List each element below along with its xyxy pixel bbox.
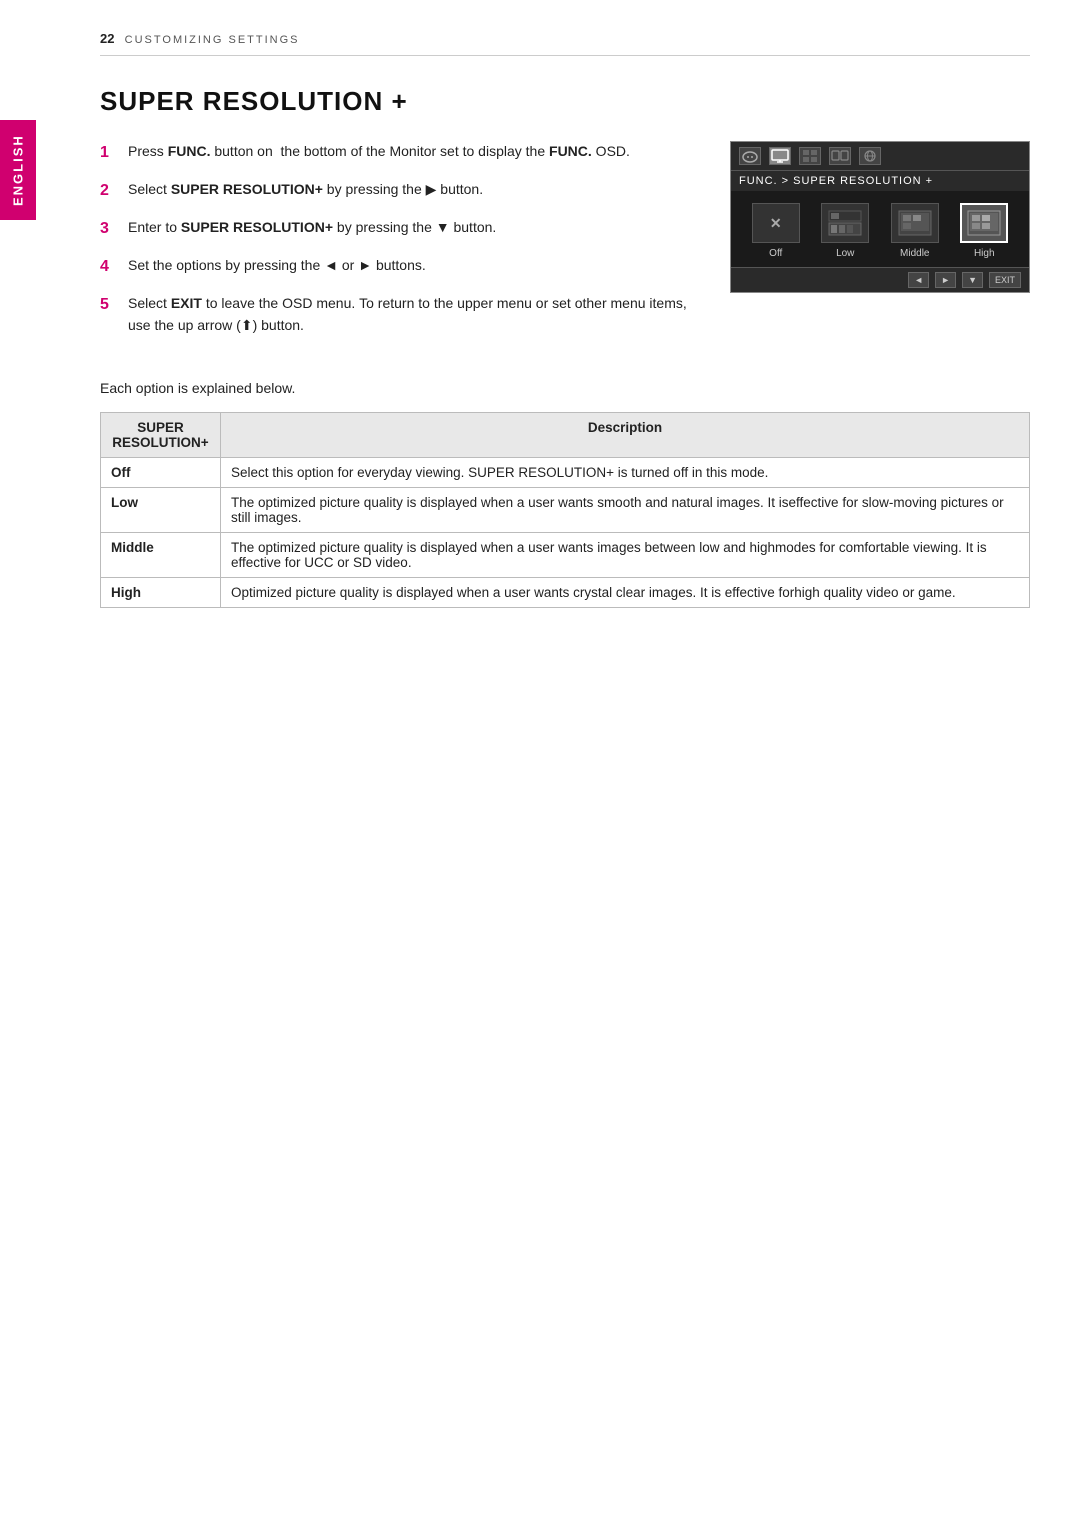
content-row: 1 Press FUNC. button on the bottom of th…: [100, 141, 1030, 350]
osd-option-low: Low: [821, 203, 869, 259]
osd-icon-globe: [859, 147, 881, 165]
step-5-text: Select EXIT to leave the OSD menu. To re…: [128, 293, 700, 336]
osd-mockup-column: FUNC. > SUPER RESOLUTION + ✕ Off: [730, 141, 1030, 350]
osd-option-high: High: [960, 203, 1008, 259]
osd-top-bar: [731, 142, 1029, 171]
table-col1-header: SUPER RESOLUTION+: [101, 413, 221, 458]
step-4-number: 4: [100, 255, 118, 279]
osd-bottom-bar: ◄ ► ▼ EXIT: [731, 267, 1029, 292]
osd-icon-grid: [799, 147, 821, 165]
step-2-number: 2: [100, 179, 118, 203]
table-cell-option-low: Low: [101, 488, 221, 533]
table-row: Off Select this option for everyday view…: [101, 458, 1030, 488]
osd-nav-exit: EXIT: [989, 272, 1021, 288]
osd-icon-game: [739, 147, 761, 165]
osd-icon-low: [821, 203, 869, 243]
table-row: Middle The optimized picture quality is …: [101, 533, 1030, 578]
osd-options-row: ✕ Off: [731, 191, 1029, 267]
osd-nav-left: ◄: [908, 272, 929, 288]
table-col2-header: Description: [221, 413, 1030, 458]
osd-label: FUNC. > SUPER RESOLUTION +: [731, 171, 1029, 191]
table-cell-option-high: High: [101, 578, 221, 608]
page-header: 22 CUSTOMIZING SETTINGS: [100, 30, 1030, 56]
section-label: CUSTOMIZING SETTINGS: [125, 34, 300, 46]
osd-label-off: Off: [769, 248, 782, 259]
step-5-number: 5: [100, 293, 118, 336]
osd-label-low: Low: [836, 248, 854, 259]
instructions-column: 1 Press FUNC. button on the bottom of th…: [100, 141, 700, 350]
osd-label-high: High: [974, 248, 995, 259]
table-row: Low The optimized picture quality is dis…: [101, 488, 1030, 533]
osd-icon-monitor: [769, 147, 791, 165]
table-cell-option-middle: Middle: [101, 533, 221, 578]
step-3-number: 3: [100, 217, 118, 241]
osd-icon-middle: [891, 203, 939, 243]
step-5: 5 Select EXIT to leave the OSD menu. To …: [100, 293, 700, 336]
table-row: High Optimized picture quality is displa…: [101, 578, 1030, 608]
each-option-label: Each option is explained below.: [100, 380, 1030, 396]
osd-icon-off: ✕: [752, 203, 800, 243]
osd-icon-dual: [829, 147, 851, 165]
osd-nav-down: ▼: [962, 272, 983, 288]
table-cell-desc-middle: The optimized picture quality is display…: [221, 533, 1030, 578]
resolution-table: SUPER RESOLUTION+ Description Off Select…: [100, 412, 1030, 608]
step-3: 3 Enter to SUPER RESOLUTION+ by pressing…: [100, 217, 700, 241]
step-4: 4 Set the options by pressing the ◄ or ►…: [100, 255, 700, 279]
osd-option-middle: Middle: [891, 203, 939, 259]
table-cell-option-off: Off: [101, 458, 221, 488]
osd-option-off: ✕ Off: [752, 203, 800, 259]
osd-mockup: FUNC. > SUPER RESOLUTION + ✕ Off: [730, 141, 1030, 293]
osd-label-middle: Middle: [900, 248, 929, 259]
step-1-text: Press FUNC. button on the bottom of the …: [128, 141, 630, 165]
sidebar-language-label: ENGLISH: [0, 120, 36, 220]
step-1-number: 1: [100, 141, 118, 165]
table-cell-desc-low: The optimized picture quality is display…: [221, 488, 1030, 533]
instruction-list: 1 Press FUNC. button on the bottom of th…: [100, 141, 700, 336]
step-3-text: Enter to SUPER RESOLUTION+ by pressing t…: [128, 217, 496, 241]
step-4-text: Set the options by pressing the ◄ or ► b…: [128, 255, 426, 279]
table-cell-desc-high: Optimized picture quality is displayed w…: [221, 578, 1030, 608]
step-1: 1 Press FUNC. button on the bottom of th…: [100, 141, 700, 165]
step-2: 2 Select SUPER RESOLUTION+ by pressing t…: [100, 179, 700, 203]
osd-nav-right: ►: [935, 272, 956, 288]
step-2-text: Select SUPER RESOLUTION+ by pressing the…: [128, 179, 483, 203]
page-number: 22: [100, 31, 114, 46]
section-title: SUPER RESOLUTION +: [100, 86, 1030, 117]
osd-icon-high: [960, 203, 1008, 243]
table-cell-desc-off: Select this option for everyday viewing.…: [221, 458, 1030, 488]
